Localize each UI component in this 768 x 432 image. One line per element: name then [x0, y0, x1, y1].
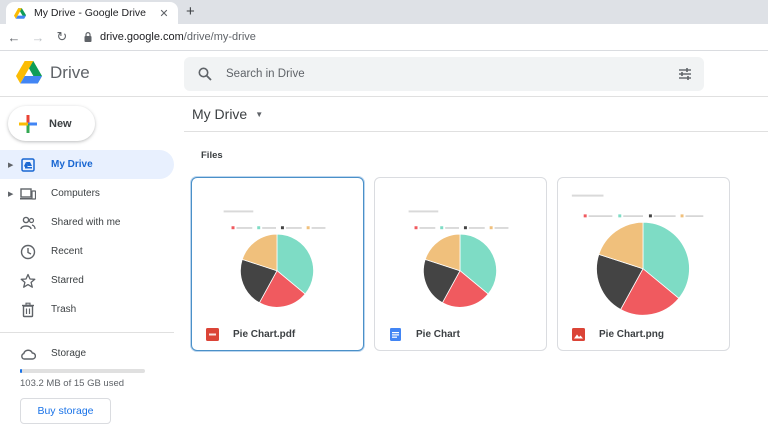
- drive-header: Drive: [0, 51, 768, 97]
- sidebar-item-label: Computers: [51, 188, 100, 199]
- expand-arrow-icon[interactable]: ▶: [8, 190, 13, 198]
- sidebar-item-recent[interactable]: Recent: [0, 237, 174, 266]
- search-bar: [184, 57, 704, 91]
- storage-usage-bar: [20, 369, 145, 373]
- sidebar: ▶ My Drive ▶ Computers Shared with me Re…: [0, 150, 174, 368]
- section-heading: Files: [201, 150, 223, 161]
- tab-title: My Drive - Google Drive: [34, 7, 147, 19]
- page-title[interactable]: My Drive ▼: [192, 106, 263, 122]
- file-thumbnail: [571, 194, 704, 316]
- thumb-legend: [414, 226, 509, 230]
- image-icon: [572, 327, 585, 341]
- forward-icon[interactable]: →: [28, 30, 48, 45]
- storage-usage-text: 103.2 MB of 15 GB used: [20, 378, 125, 389]
- star-icon: [20, 273, 36, 288]
- browser-tab[interactable]: My Drive - Google Drive ✕: [6, 2, 178, 24]
- file-card-footer: Pie Chart.pdf: [192, 316, 363, 350]
- back-icon[interactable]: ←: [4, 30, 24, 45]
- shared-icon: [20, 216, 36, 229]
- sidebar-item-label: Storage: [51, 348, 87, 359]
- sidebar-item-trash[interactable]: Trash: [0, 295, 174, 324]
- expand-arrow-icon[interactable]: ▶: [8, 161, 13, 169]
- page-title-text: My Drive: [192, 106, 248, 122]
- file-card-pie-chart-doc[interactable]: Pie Chart: [374, 177, 547, 351]
- search-options-icon[interactable]: [678, 67, 692, 81]
- sidebar-item-label: My Drive: [51, 159, 93, 170]
- thumb-title-line: [408, 210, 439, 213]
- pie-chart-thumbnail: [240, 233, 314, 308]
- caret-down-icon: ▼: [255, 109, 264, 119]
- buy-storage-button[interactable]: Buy storage: [20, 398, 111, 424]
- sidebar-item-label: Starred: [51, 275, 84, 286]
- my-drive-icon: [21, 157, 35, 172]
- file-thumbnail: [408, 210, 509, 308]
- drive-brand[interactable]: Drive: [50, 63, 90, 83]
- browser-tab-bar: My Drive - Google Drive ✕ +: [0, 0, 768, 24]
- file-card-footer: Pie Chart: [375, 316, 546, 350]
- reload-icon[interactable]: ↻: [52, 29, 72, 45]
- pie-chart-thumbnail: [596, 221, 690, 316]
- sidebar-item-my-drive[interactable]: ▶ My Drive: [0, 150, 174, 179]
- file-card-footer: Pie Chart.png: [558, 316, 729, 350]
- sidebar-item-storage[interactable]: Storage: [0, 339, 174, 368]
- sidebar-item-shared-with-me[interactable]: Shared with me: [0, 208, 174, 237]
- file-thumbnail: [223, 210, 326, 308]
- sidebar-item-computers[interactable]: ▶ Computers: [0, 179, 174, 208]
- file-card-pie-chart-png[interactable]: Pie Chart.png: [557, 177, 730, 351]
- computers-icon: [20, 187, 36, 200]
- file-name: Pie Chart.pdf: [233, 328, 296, 340]
- file-name: Pie Chart.png: [599, 328, 665, 340]
- pie-chart-thumbnail: [423, 233, 497, 308]
- drive-favicon-icon: [14, 7, 26, 19]
- thumb-title-line: [223, 210, 254, 213]
- docs-icon: [390, 327, 401, 341]
- new-button-label: New: [49, 117, 72, 130]
- clock-icon: [20, 244, 36, 259]
- new-button[interactable]: New: [8, 106, 95, 141]
- address-bar: ← → ↻ drive.google.com/drive/my-drive: [0, 24, 768, 51]
- sidebar-item-starred[interactable]: Starred: [0, 266, 174, 295]
- sidebar-item-label: Shared with me: [51, 217, 121, 228]
- pdf-icon: [206, 327, 219, 341]
- lock-icon[interactable]: [84, 32, 92, 42]
- drive-logo-icon[interactable]: [16, 61, 42, 84]
- storage-usage-fill: [20, 369, 22, 373]
- thumb-title-line: [571, 194, 604, 197]
- cloud-icon: [21, 349, 36, 360]
- url-path: /drive/my-drive: [183, 31, 256, 43]
- url-field[interactable]: drive.google.com/drive/my-drive: [100, 31, 256, 43]
- sidebar-divider: [0, 332, 174, 333]
- url-host: drive.google.com: [100, 31, 184, 43]
- search-input[interactable]: [226, 68, 646, 80]
- sidebar-item-label: Trash: [51, 304, 77, 315]
- sidebar-item-label: Recent: [51, 246, 83, 257]
- main-divider: [184, 131, 768, 132]
- thumb-legend: [231, 226, 326, 230]
- file-name: Pie Chart: [416, 328, 460, 340]
- new-tab-icon[interactable]: +: [186, 3, 195, 21]
- file-card-pie-chart-pdf[interactable]: Pie Chart.pdf: [191, 177, 364, 351]
- trash-icon: [22, 302, 34, 317]
- thumb-legend: [583, 214, 704, 218]
- search-icon[interactable]: [198, 67, 212, 81]
- close-tab-icon[interactable]: ✕: [158, 7, 170, 20]
- plus-icon: [19, 114, 37, 133]
